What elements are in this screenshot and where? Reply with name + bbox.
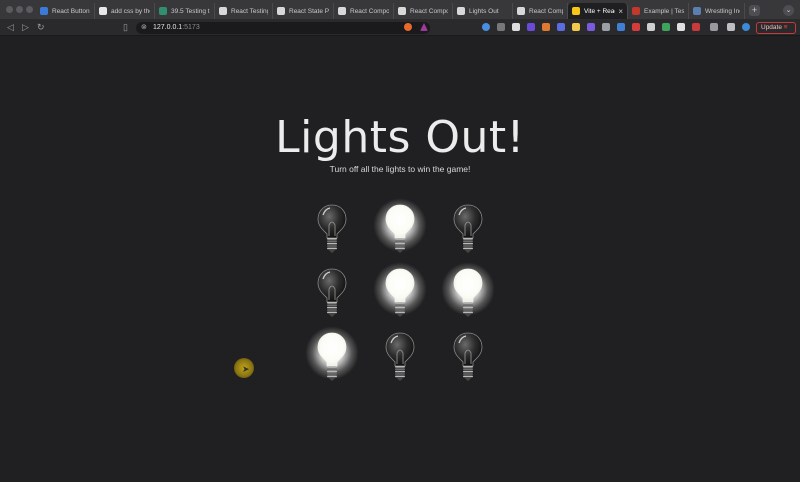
browser-tab[interactable]: Wrestling Inc xyxy=(689,3,745,19)
menu-icon: ≡ xyxy=(783,24,788,31)
page-subtitle: Turn off all the lights to win the game! xyxy=(329,164,471,174)
tab-title: React Compon xyxy=(350,7,389,15)
page-title: Lights Out! xyxy=(275,112,525,163)
tab-title: React Compon xyxy=(410,7,448,15)
browser-tab[interactable]: Vite + React× xyxy=(568,3,628,19)
extension-icon[interactable] xyxy=(587,23,595,31)
browser-tab[interactable]: React Compon xyxy=(334,3,394,19)
extension-icon[interactable] xyxy=(527,23,535,31)
tab-favicon-icon xyxy=(632,7,640,15)
tab-title: Vite + React xyxy=(584,7,615,15)
extension-icon[interactable] xyxy=(482,23,490,31)
lightbulb-icon xyxy=(453,268,483,317)
extension-icon[interactable] xyxy=(542,23,550,31)
tab-title: React Testing xyxy=(231,7,268,15)
back-icon[interactable]: ◁ xyxy=(7,22,14,33)
browser-tab[interactable]: React State Po xyxy=(273,3,334,19)
lightbulb-icon xyxy=(317,204,347,253)
extension-icon[interactable] xyxy=(632,23,640,31)
mouse-cursor-highlight: ➤ xyxy=(234,358,254,378)
light-bulb-off[interactable] xyxy=(302,199,362,259)
tab-favicon-icon xyxy=(99,7,107,15)
window-close-button[interactable] xyxy=(6,6,13,13)
light-bulb-on[interactable] xyxy=(438,261,498,323)
tab-favicon-icon xyxy=(159,7,167,15)
lightbulb-icon xyxy=(317,332,347,381)
tab-favicon-icon xyxy=(693,7,701,15)
tab-menu-button[interactable]: ⌄ xyxy=(783,5,794,16)
lightbulb-icon xyxy=(385,268,415,317)
tab-favicon-icon xyxy=(398,7,406,15)
extension-icon[interactable] xyxy=(512,23,520,31)
extension-icon[interactable] xyxy=(677,23,685,31)
browser-tab[interactable]: add css by the xyxy=(95,3,155,19)
lightbulb-icon xyxy=(453,332,483,381)
tab-title: React Compon xyxy=(529,7,563,15)
light-bulb-on[interactable] xyxy=(302,325,362,387)
page-content: Lights Out! Turn off all the lights to w… xyxy=(0,37,800,482)
update-button[interactable]: Update ≡ xyxy=(756,22,796,34)
browser-toolbar: ◁ ▷ ↻ ▯ ⊚ 127.0.0.1:5173 Update ≡ xyxy=(0,20,800,36)
extension-icon[interactable] xyxy=(572,23,580,31)
tab-title: React Button o xyxy=(52,7,90,15)
browser-tab[interactable]: 39.5 Testing t xyxy=(155,3,215,19)
pointer-icon: ➤ xyxy=(242,364,250,374)
tab-title: 39.5 Testing t xyxy=(171,7,210,15)
extension-icon[interactable] xyxy=(692,23,700,31)
tab-favicon-icon xyxy=(40,7,48,15)
browser-tab[interactable]: React Testing xyxy=(215,3,273,19)
extension-icon[interactable] xyxy=(602,23,610,31)
extension-icon[interactable] xyxy=(557,23,565,31)
reload-icon[interactable]: ↻ xyxy=(37,22,45,33)
light-bulb-off[interactable] xyxy=(302,263,362,323)
tab-title: Example | Testi xyxy=(644,7,684,15)
extension-icon[interactable] xyxy=(647,23,655,31)
brave-shields-icon[interactable] xyxy=(404,23,412,31)
tab-favicon-icon xyxy=(517,7,525,15)
extension-icon[interactable] xyxy=(617,23,625,31)
browser-tab[interactable]: Lights Out xyxy=(453,3,513,19)
browser-tab[interactable]: React Compon xyxy=(394,3,453,19)
extensions-puzzle-icon[interactable] xyxy=(710,23,718,31)
browser-tab[interactable]: React Compon xyxy=(513,3,568,19)
tab-strip: React Button o add css by the 39.5 Testing… xyxy=(0,0,800,20)
tab-title: React State Po xyxy=(289,7,329,15)
tab-title: Wrestling Inc xyxy=(705,7,740,15)
window-maximize-button[interactable] xyxy=(26,6,33,13)
window-minimize-button[interactable] xyxy=(16,6,23,13)
extension-icon[interactable] xyxy=(662,23,670,31)
url-text: 127.0.0.1:5173 xyxy=(153,24,200,31)
tab-favicon-icon xyxy=(277,7,285,15)
forward-icon[interactable]: ▷ xyxy=(22,22,29,33)
extension-icon[interactable] xyxy=(497,23,505,31)
address-bar[interactable]: ⊚ 127.0.0.1:5173 xyxy=(136,22,430,34)
light-bulb-off[interactable] xyxy=(438,199,498,259)
tab-favicon-icon xyxy=(572,7,580,15)
lightbulb-icon xyxy=(385,332,415,381)
light-bulb-on[interactable] xyxy=(370,261,430,323)
tab-title: Lights Out xyxy=(469,7,499,15)
tab-favicon-icon xyxy=(338,7,346,15)
new-tab-button[interactable]: + xyxy=(749,5,760,16)
tab-close-icon[interactable]: × xyxy=(618,7,623,16)
tab-favicon-icon xyxy=(457,7,465,15)
browser-tab[interactable]: Example | Testi xyxy=(628,3,689,19)
tab-title: add css by the xyxy=(111,7,150,15)
browser-tab[interactable]: React Button o xyxy=(36,3,95,19)
sidebar-icon[interactable] xyxy=(727,23,735,31)
game-board xyxy=(300,197,504,391)
light-bulb-off[interactable] xyxy=(438,327,498,387)
lightbulb-icon xyxy=(317,268,347,317)
light-bulb-off[interactable] xyxy=(370,327,430,387)
bookmark-icon[interactable]: ▯ xyxy=(123,22,128,33)
lightbulb-icon xyxy=(385,204,415,253)
lightbulb-icon xyxy=(453,204,483,253)
light-bulb-on[interactable] xyxy=(370,197,430,259)
tab-favicon-icon xyxy=(219,7,227,15)
site-info-icon[interactable]: ⊚ xyxy=(141,23,147,31)
profile-icon[interactable] xyxy=(742,23,750,31)
